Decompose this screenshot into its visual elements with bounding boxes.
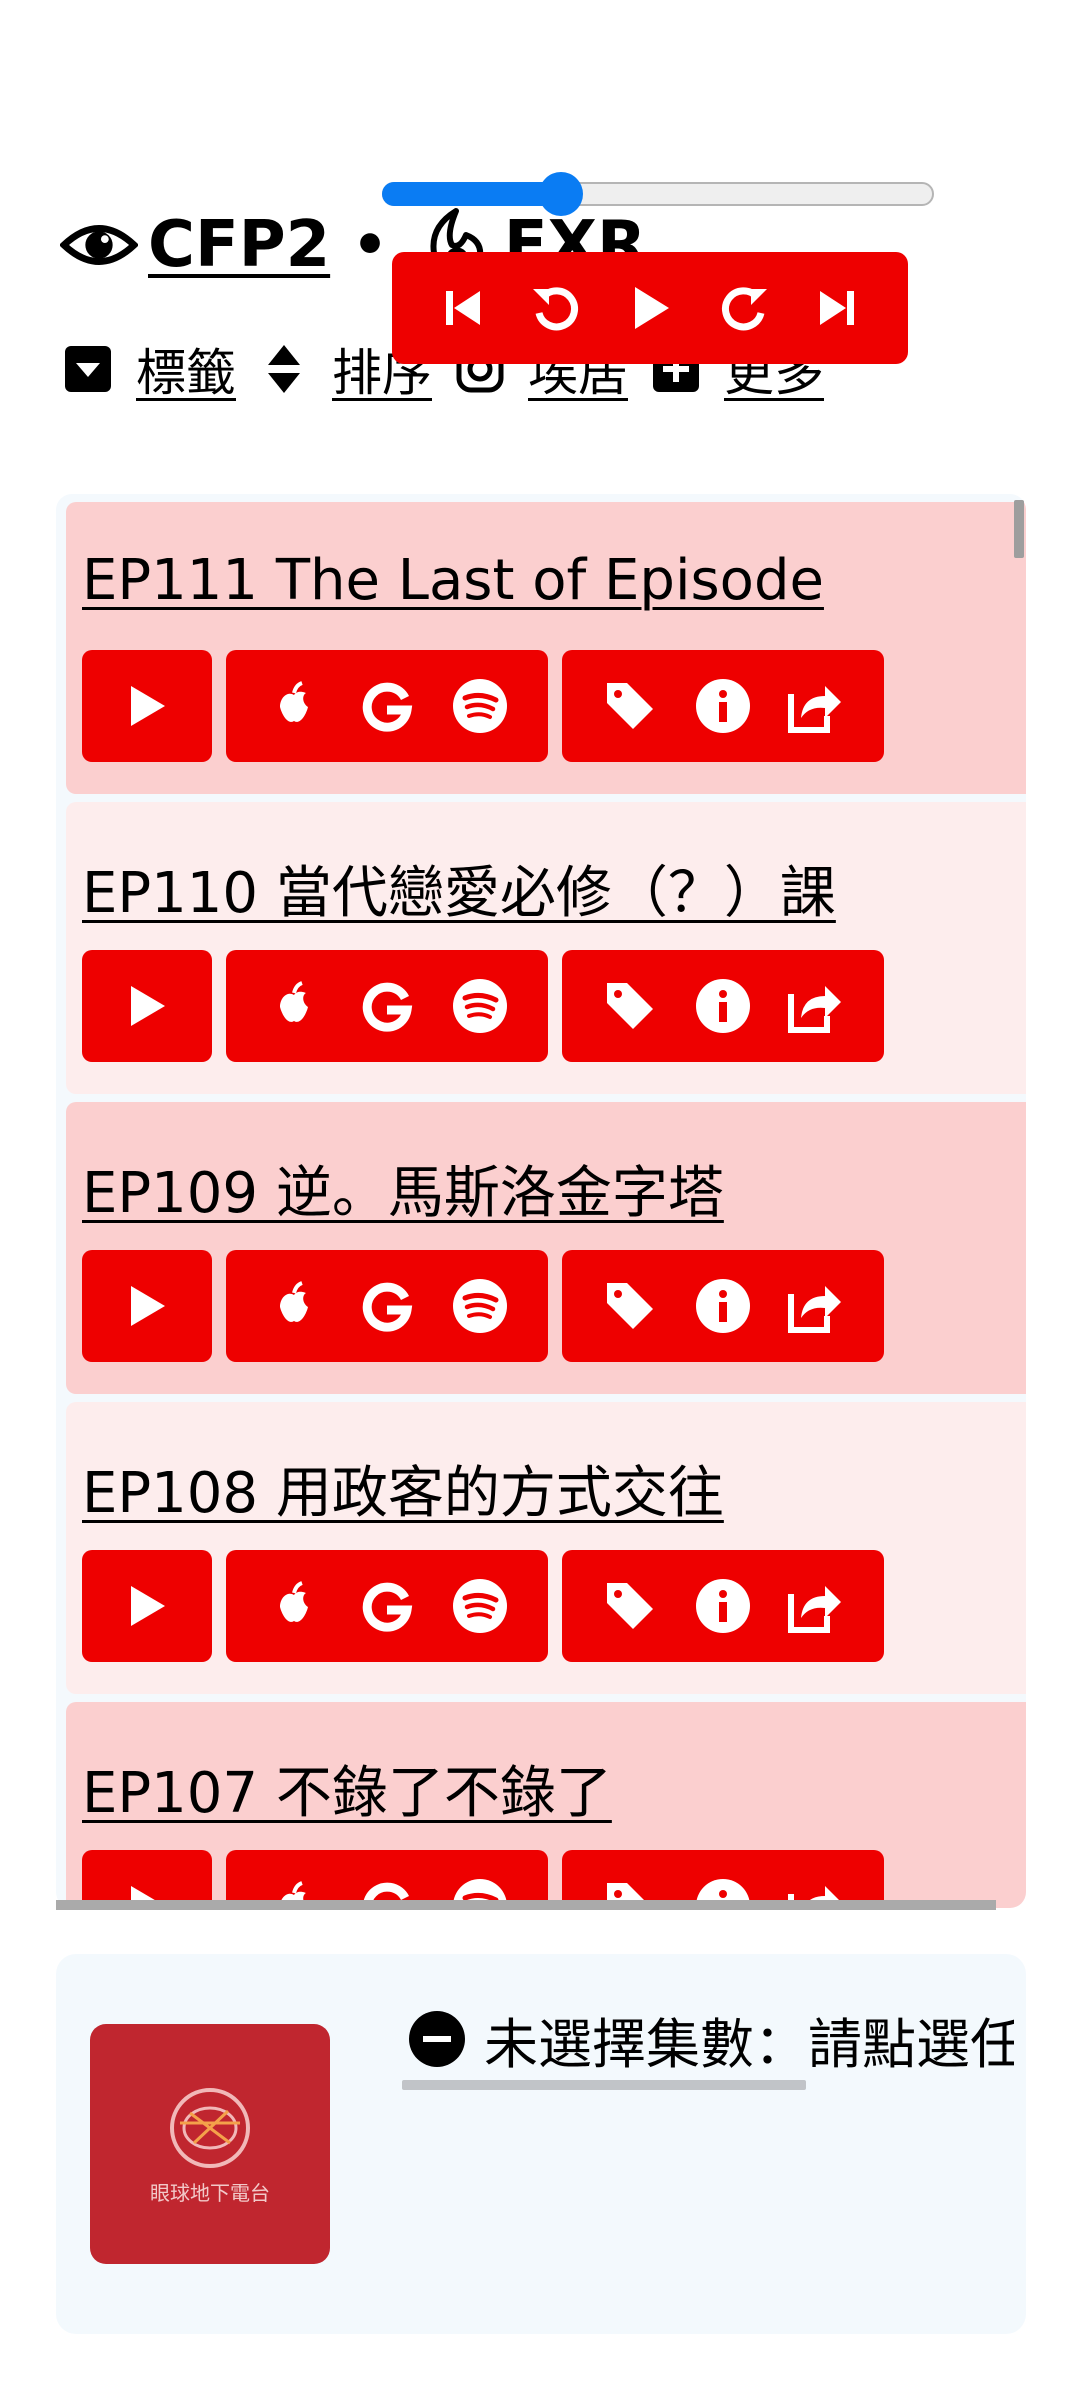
platform-buttons[interactable] xyxy=(226,650,548,762)
audio-player: 眼球地下電台 未選擇集數：請點選任一集 xyxy=(56,1954,1026,2334)
google-podcasts-icon[interactable] xyxy=(355,1274,419,1338)
meta-buttons[interactable] xyxy=(562,1550,884,1662)
progress-fill xyxy=(382,182,561,206)
info-icon[interactable] xyxy=(691,674,755,738)
episode-row: EP108 用政客的方式交往 xyxy=(66,1402,1026,1694)
info-icon[interactable] xyxy=(691,1574,755,1638)
minus-circle-icon[interactable] xyxy=(408,2010,466,2068)
episode-actions xyxy=(82,950,898,1062)
episode-actions xyxy=(82,1550,898,1662)
platform-buttons[interactable] xyxy=(226,1550,548,1662)
eye-icon xyxy=(60,206,138,284)
now-playing-text: 未選擇集數：請點選任一集 xyxy=(484,2012,1014,2075)
tag-icon[interactable] xyxy=(598,974,662,1038)
tag-icon[interactable] xyxy=(598,674,662,738)
apple-podcasts-icon[interactable] xyxy=(262,1274,326,1338)
platform-buttons[interactable] xyxy=(226,950,548,1062)
meta-buttons[interactable] xyxy=(562,650,884,762)
now-playing: 未選擇集數：請點選任一集 xyxy=(408,2004,1014,2074)
spotify-icon[interactable] xyxy=(448,674,512,738)
meta-buttons[interactable] xyxy=(562,1250,884,1362)
share-icon[interactable] xyxy=(784,1274,848,1338)
play-button[interactable] xyxy=(82,1250,212,1362)
podcast-cover: 眼球地下電台 xyxy=(90,2024,330,2264)
tag-icon[interactable] xyxy=(598,1574,662,1638)
sort-icon xyxy=(258,343,310,395)
menu-tags-link[interactable]: 標籤 xyxy=(136,333,236,405)
spotify-icon[interactable] xyxy=(448,974,512,1038)
episode-list[interactable]: EP111 The Last of Episode EP110 當代戀愛必修（？）… xyxy=(56,494,1026,1908)
info-icon[interactable] xyxy=(691,1274,755,1338)
apple-podcasts-icon[interactable] xyxy=(262,1574,326,1638)
episode-row: EP110 當代戀愛必修（？）課 xyxy=(66,802,1026,1094)
spotify-icon[interactable] xyxy=(448,1274,512,1338)
play-button[interactable] xyxy=(82,650,212,762)
episode-actions xyxy=(82,650,898,762)
cover-label: 眼球地下電台 xyxy=(150,2180,270,2205)
episode-title-link[interactable]: EP109 逆。馬斯洛金字塔 xyxy=(82,1148,724,1229)
play-icon[interactable] xyxy=(115,974,179,1038)
vertical-scrollbar[interactable] xyxy=(1014,500,1024,558)
episode-title-link[interactable]: EP110 當代戀愛必修（？）課 xyxy=(82,848,836,929)
play-button[interactable] xyxy=(82,950,212,1062)
platform-buttons[interactable] xyxy=(226,1250,548,1362)
horizontal-scrollbar[interactable] xyxy=(56,1900,996,1910)
apple-podcasts-icon[interactable] xyxy=(262,974,326,1038)
episode-row: EP109 逆。馬斯洛金字塔 xyxy=(66,1102,1026,1394)
play-icon[interactable] xyxy=(115,1274,179,1338)
play-icon[interactable] xyxy=(620,278,680,338)
play-button[interactable] xyxy=(82,1550,212,1662)
forward-icon[interactable] xyxy=(714,278,774,338)
share-icon[interactable] xyxy=(784,974,848,1038)
cfp2-link[interactable]: CFP2 xyxy=(148,208,330,282)
episode-row: EP107 不錄了不錄了 xyxy=(66,1702,1026,1908)
meta-buttons[interactable] xyxy=(562,950,884,1062)
apple-podcasts-icon[interactable] xyxy=(262,674,326,738)
eyeball-logo-icon xyxy=(170,2087,250,2168)
episode-title-link[interactable]: EP107 不錄了不錄了 xyxy=(82,1748,612,1829)
episode-row: EP111 The Last of Episode xyxy=(66,502,1026,794)
title-separator: • xyxy=(352,212,388,278)
tag-icon[interactable] xyxy=(598,1274,662,1338)
google-podcasts-icon[interactable] xyxy=(355,974,419,1038)
share-icon[interactable] xyxy=(784,1574,848,1638)
episode-title-link[interactable]: EP108 用政客的方式交往 xyxy=(82,1448,724,1529)
info-icon[interactable] xyxy=(691,974,755,1038)
skip-back-icon[interactable] xyxy=(433,278,493,338)
progress-knob[interactable] xyxy=(539,172,583,216)
episode-title-link[interactable]: EP111 The Last of Episode xyxy=(82,548,824,613)
play-icon[interactable] xyxy=(115,1574,179,1638)
skip-forward-icon[interactable] xyxy=(807,278,867,338)
player-controls xyxy=(392,252,908,364)
google-podcasts-icon[interactable] xyxy=(355,674,419,738)
caret-square-down-icon xyxy=(62,343,114,395)
episode-actions xyxy=(82,1250,898,1362)
spotify-icon[interactable] xyxy=(448,1574,512,1638)
title-scrollbar[interactable] xyxy=(402,2080,806,2090)
play-icon[interactable] xyxy=(115,674,179,738)
google-podcasts-icon[interactable] xyxy=(355,1574,419,1638)
rewind-icon[interactable] xyxy=(526,278,586,338)
share-icon[interactable] xyxy=(784,674,848,738)
